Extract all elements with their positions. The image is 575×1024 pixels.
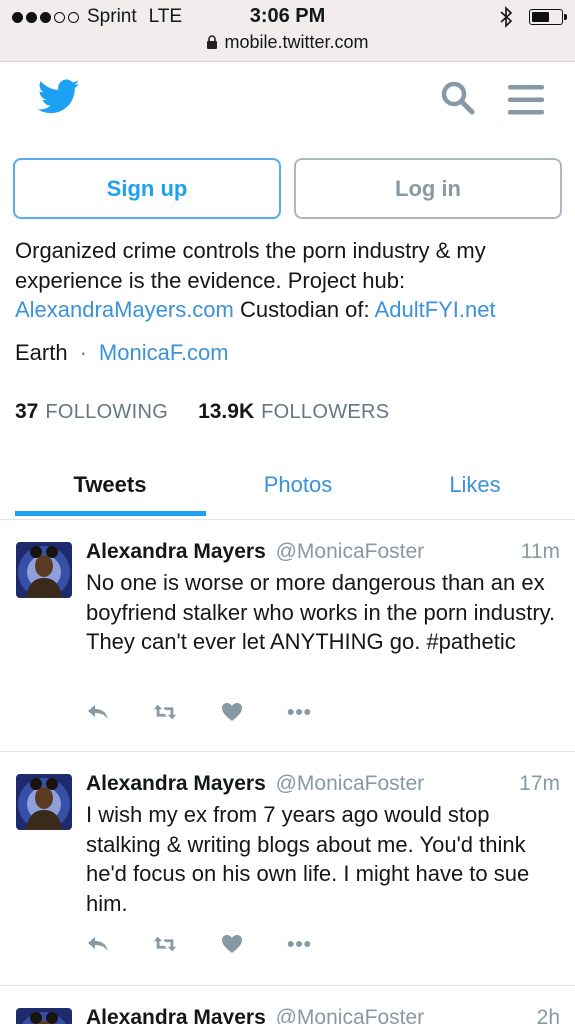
- retweet-icon[interactable]: [153, 702, 177, 722]
- tweet-author-handle[interactable]: @MonicaFoster: [276, 540, 425, 563]
- bio-link-adultfyi[interactable]: AdultFYI.net: [375, 297, 496, 322]
- tweet-header: Alexandra Mayers @MonicaFoster 2h: [86, 1006, 560, 1024]
- twitter-bird-icon[interactable]: [38, 79, 80, 115]
- search-icon[interactable]: [440, 80, 476, 116]
- more-options-icon[interactable]: [287, 934, 311, 954]
- tweet-timestamp[interactable]: 2h: [537, 1006, 560, 1024]
- hamburger-menu-icon[interactable]: [507, 83, 545, 117]
- reply-icon[interactable]: [86, 702, 110, 722]
- sign-up-button[interactable]: Sign up: [13, 158, 281, 219]
- tweet-timestamp[interactable]: 17m: [519, 772, 560, 796]
- tweet-author-name[interactable]: Alexandra Mayers: [86, 540, 266, 563]
- tweet-header: Alexandra Mayers @MonicaFoster 11m: [86, 540, 560, 564]
- avatar[interactable]: [16, 774, 72, 830]
- like-icon[interactable]: [220, 702, 244, 722]
- more-options-icon[interactable]: [287, 702, 311, 722]
- tweet-author-handle[interactable]: @MonicaFoster: [276, 1006, 425, 1024]
- tab-photos[interactable]: Photos: [203, 472, 393, 498]
- tweet-author-name[interactable]: Alexandra Mayers: [86, 772, 266, 795]
- profile-location: Earth: [15, 340, 68, 365]
- tweet-timestamp[interactable]: 11m: [521, 540, 560, 564]
- tweet-text: I wish my ex from 7 years ago would stop…: [86, 802, 530, 916]
- avatar[interactable]: [16, 542, 72, 598]
- bio-line: Organized crime controls the porn indust…: [15, 238, 486, 263]
- retweet-icon[interactable]: [153, 934, 177, 954]
- tweet-actions: [86, 702, 354, 722]
- clock: 3:06 PM: [249, 5, 326, 27]
- tweet-author-handle[interactable]: @MonicaFoster: [276, 772, 425, 795]
- followers-count[interactable]: 13.9K: [198, 400, 254, 424]
- bio-line: experience is the evidence. Project hub:: [15, 267, 406, 293]
- profile-bio: Organized crime controls the porn indust…: [15, 236, 565, 325]
- tweet-actions: [86, 934, 354, 954]
- log-in-button[interactable]: Log in: [294, 158, 562, 219]
- tab-likes[interactable]: Likes: [380, 472, 570, 498]
- tweet-item[interactable]: Alexandra Mayers @MonicaFoster 11m No on…: [0, 520, 575, 752]
- bluetooth-icon: [500, 6, 513, 28]
- site-header: [0, 62, 575, 142]
- tweet-item[interactable]: Alexandra Mayers @MonicaFoster 2h: [0, 986, 575, 1024]
- following-label[interactable]: FOLLOWING: [45, 401, 168, 424]
- avatar[interactable]: [16, 1008, 72, 1024]
- tab-tweets[interactable]: Tweets: [15, 472, 205, 498]
- active-tab-indicator: [15, 511, 206, 516]
- profile-meta: Earth · MonicaF.com: [15, 340, 229, 366]
- tweet-text: No one is worse or more dangerous than a…: [86, 570, 556, 654]
- lock-icon: [207, 35, 218, 49]
- bio-custodian-text: Custodian of:: [240, 297, 370, 322]
- profile-tabs: Tweets Photos Likes: [0, 458, 575, 520]
- tweet-header: Alexandra Mayers @MonicaFoster 17m: [86, 772, 560, 796]
- profile-stats: 37 FOLLOWING 13.9K FOLLOWERS: [15, 400, 389, 424]
- bio-link-alexandramayers[interactable]: AlexandraMayers.com: [15, 297, 234, 322]
- status-bar: Sprint LTE 3:06 PM mobile.twitter.com: [0, 0, 575, 62]
- followers-label[interactable]: FOLLOWERS: [261, 401, 389, 424]
- profile-website-link[interactable]: MonicaF.com: [99, 340, 229, 366]
- battery-icon: [529, 9, 567, 25]
- tweet-author-name[interactable]: Alexandra Mayers: [86, 1006, 266, 1024]
- meta-separator: ·: [79, 340, 87, 365]
- url-bar[interactable]: mobile.twitter.com: [0, 32, 575, 53]
- like-icon[interactable]: [220, 934, 244, 954]
- following-count[interactable]: 37: [15, 400, 38, 424]
- tweet-item[interactable]: Alexandra Mayers @MonicaFoster 17m I wis…: [0, 752, 575, 986]
- reply-icon[interactable]: [86, 934, 110, 954]
- url-text: mobile.twitter.com: [224, 32, 369, 52]
